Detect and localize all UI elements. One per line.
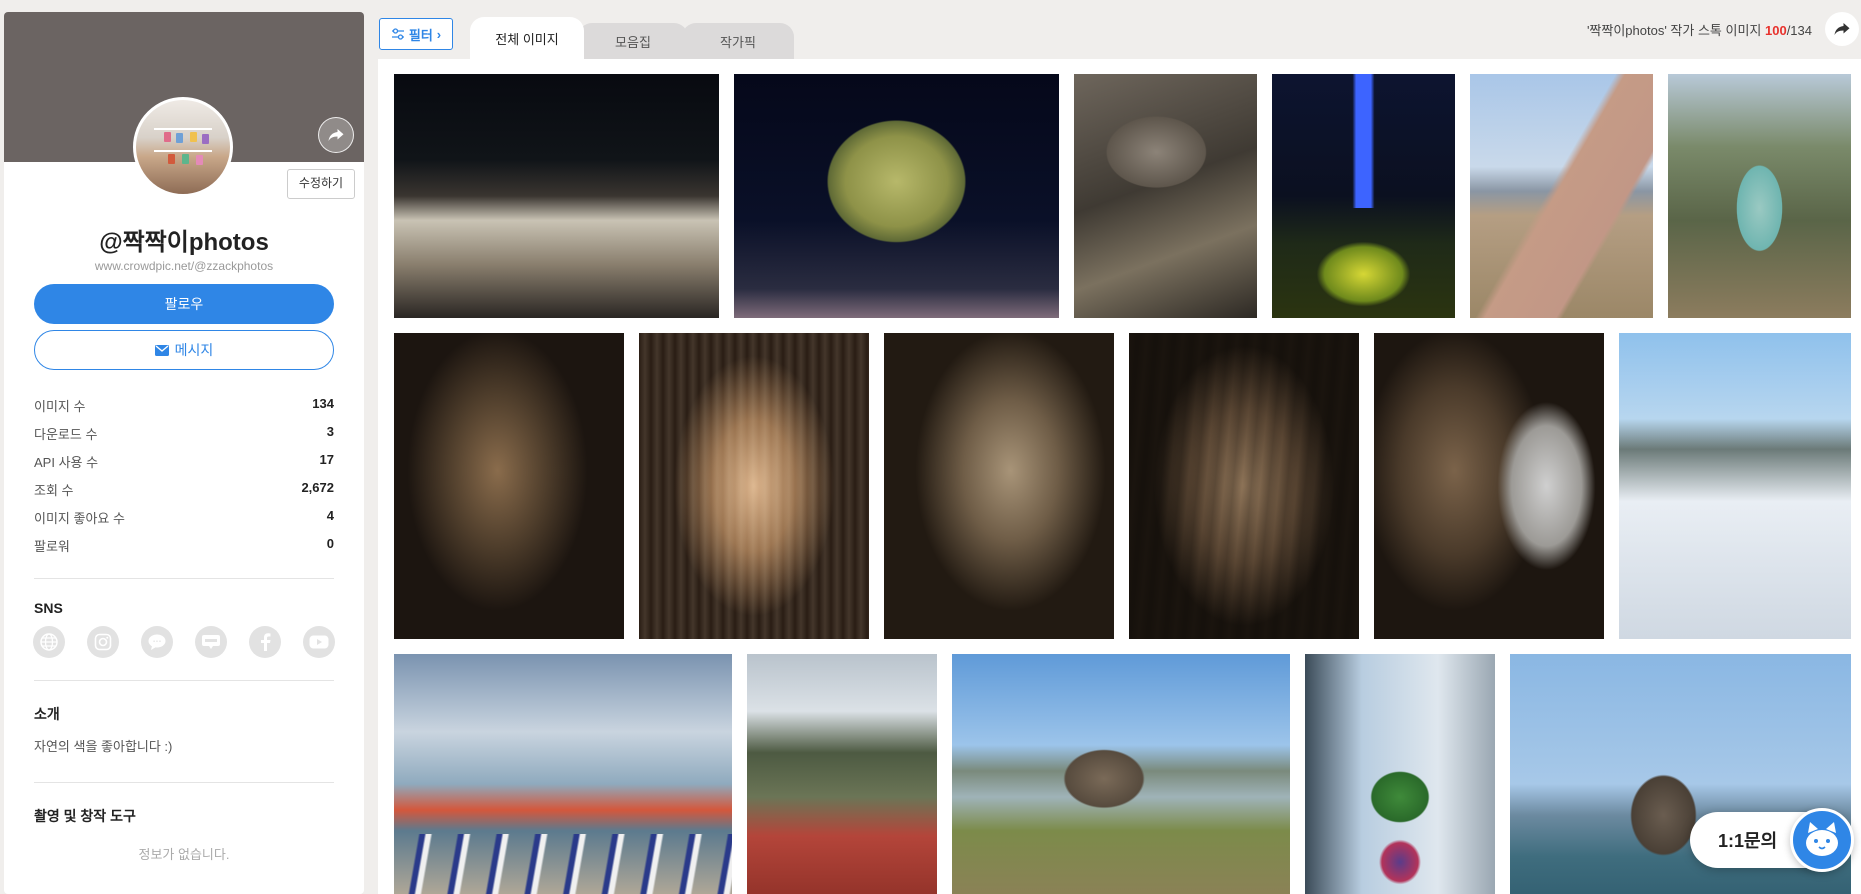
photo-tile[interactable] — [884, 333, 1114, 639]
youtube-icon[interactable] — [303, 626, 335, 658]
photo-tile[interactable] — [1305, 654, 1495, 894]
photo-tile[interactable] — [952, 654, 1290, 894]
photo-tile[interactable] — [1074, 74, 1257, 318]
message-button[interactable]: 메시지 — [34, 330, 334, 370]
divider — [34, 782, 334, 783]
profile-sidebar: 수정하기 @짝짝이photos www.crowdpic.net/@zzackp… — [4, 12, 364, 894]
share-icon — [1834, 23, 1850, 35]
photo-tile[interactable] — [394, 654, 732, 894]
photo-tile[interactable] — [1668, 74, 1851, 318]
photo-tile[interactable] — [394, 74, 719, 318]
edit-profile-button[interactable]: 수정하기 — [287, 169, 355, 199]
stat-label: 조회 수 — [34, 483, 74, 498]
photo-tile[interactable] — [1272, 74, 1455, 318]
stats-list: 이미지 수 134 다운로드 수 3 API 사용 수 17 조회 수 2,67… — [34, 396, 334, 564]
photo-tile[interactable] — [1129, 333, 1359, 639]
stat-label: API 사용 수 — [34, 455, 99, 470]
stat-value: 4 — [326, 508, 334, 523]
share-icon — [328, 129, 344, 141]
blog-icon[interactable] — [195, 626, 227, 658]
facebook-icon[interactable] — [249, 626, 281, 658]
sns-links: ••• — [33, 626, 335, 658]
image-count: '짝짝이photos' 작가 스톡 이미지 100/134 — [1587, 20, 1812, 39]
count-prefix: '짝짝이photos' 작가 스톡 이미지 — [1586, 23, 1765, 38]
chevron-right-icon: › — [436, 26, 442, 42]
profile-username: @짝짝이photos — [99, 229, 269, 256]
chat-bubble-icon[interactable]: ••• — [141, 626, 173, 658]
stat-label: 이미지 좋아요 수 — [34, 511, 125, 526]
profile-url[interactable]: www.crowdpic.net/@zzackphotos — [4, 259, 364, 273]
share-button[interactable] — [1825, 12, 1859, 46]
stat-followers: 팔로워 0 — [34, 536, 334, 564]
tab-collections[interactable]: 모음집 — [578, 23, 688, 59]
tab-artist-pick[interactable]: 작가픽 — [682, 23, 794, 59]
tools-empty-text: 정보가 없습니다. — [138, 847, 230, 862]
stat-images: 이미지 수 134 — [34, 396, 334, 424]
chat-mascot-icon[interactable] — [1790, 808, 1854, 872]
stat-likes: 이미지 좋아요 수 4 — [34, 508, 334, 536]
stat-value: 17 — [319, 452, 334, 467]
sns-title: SNS — [34, 600, 63, 616]
tab-all-images[interactable]: 전체 이미지 — [470, 17, 584, 59]
stat-downloads: 다운로드 수 3 — [34, 424, 334, 452]
divider — [34, 680, 334, 681]
follow-button[interactable]: 팔로우 — [34, 284, 334, 324]
filter-button[interactable]: 필터 › — [379, 18, 453, 50]
stat-api-usage: API 사용 수 17 — [34, 452, 334, 480]
photo-tile[interactable] — [747, 654, 937, 894]
stat-value: 134 — [312, 396, 334, 411]
inquiry-label: 1:1문의 — [1718, 831, 1778, 851]
follow-label: 팔로우 — [164, 296, 204, 312]
tab-label: 모음집 — [615, 34, 651, 50]
avatar[interactable] — [133, 97, 233, 197]
instagram-icon[interactable] — [87, 626, 119, 658]
photo-tile[interactable] — [1374, 333, 1604, 639]
profile-share-button[interactable] — [318, 117, 354, 153]
photo-tile[interactable] — [1619, 333, 1851, 639]
photo-tile[interactable] — [394, 333, 624, 639]
photo-tile[interactable] — [734, 74, 1059, 318]
stat-views: 조회 수 2,672 — [34, 480, 334, 508]
tab-label: 전체 이미지 — [495, 31, 559, 47]
stat-label: 다운로드 수 — [34, 427, 98, 442]
stat-value: 0 — [326, 536, 334, 551]
filter-label: 필터 — [408, 27, 433, 43]
count-total: /134 — [1786, 23, 1812, 38]
stat-value: 3 — [326, 424, 334, 439]
message-label: 메시지 — [174, 342, 214, 358]
envelope-icon — [154, 344, 169, 356]
photo-tile[interactable] — [1470, 74, 1653, 318]
tab-label: 작가픽 — [720, 34, 756, 50]
divider — [34, 578, 334, 579]
tools-title: 촬영 및 창작 도구 — [34, 808, 136, 824]
stat-label: 이미지 수 — [34, 399, 86, 414]
count-shown: 100 — [1764, 23, 1787, 38]
globe-icon[interactable] — [33, 626, 65, 658]
stat-value: 2,672 — [301, 480, 334, 495]
intro-title: 소개 — [34, 706, 60, 722]
image-gallery — [378, 59, 1861, 894]
intro-text: 자연의 색을 좋아합니다 :) — [34, 739, 173, 754]
filter-icon — [391, 28, 404, 40]
stat-label: 팔로워 — [34, 539, 70, 554]
svg-text:•••: ••• — [153, 639, 162, 645]
photo-tile[interactable] — [639, 333, 869, 639]
